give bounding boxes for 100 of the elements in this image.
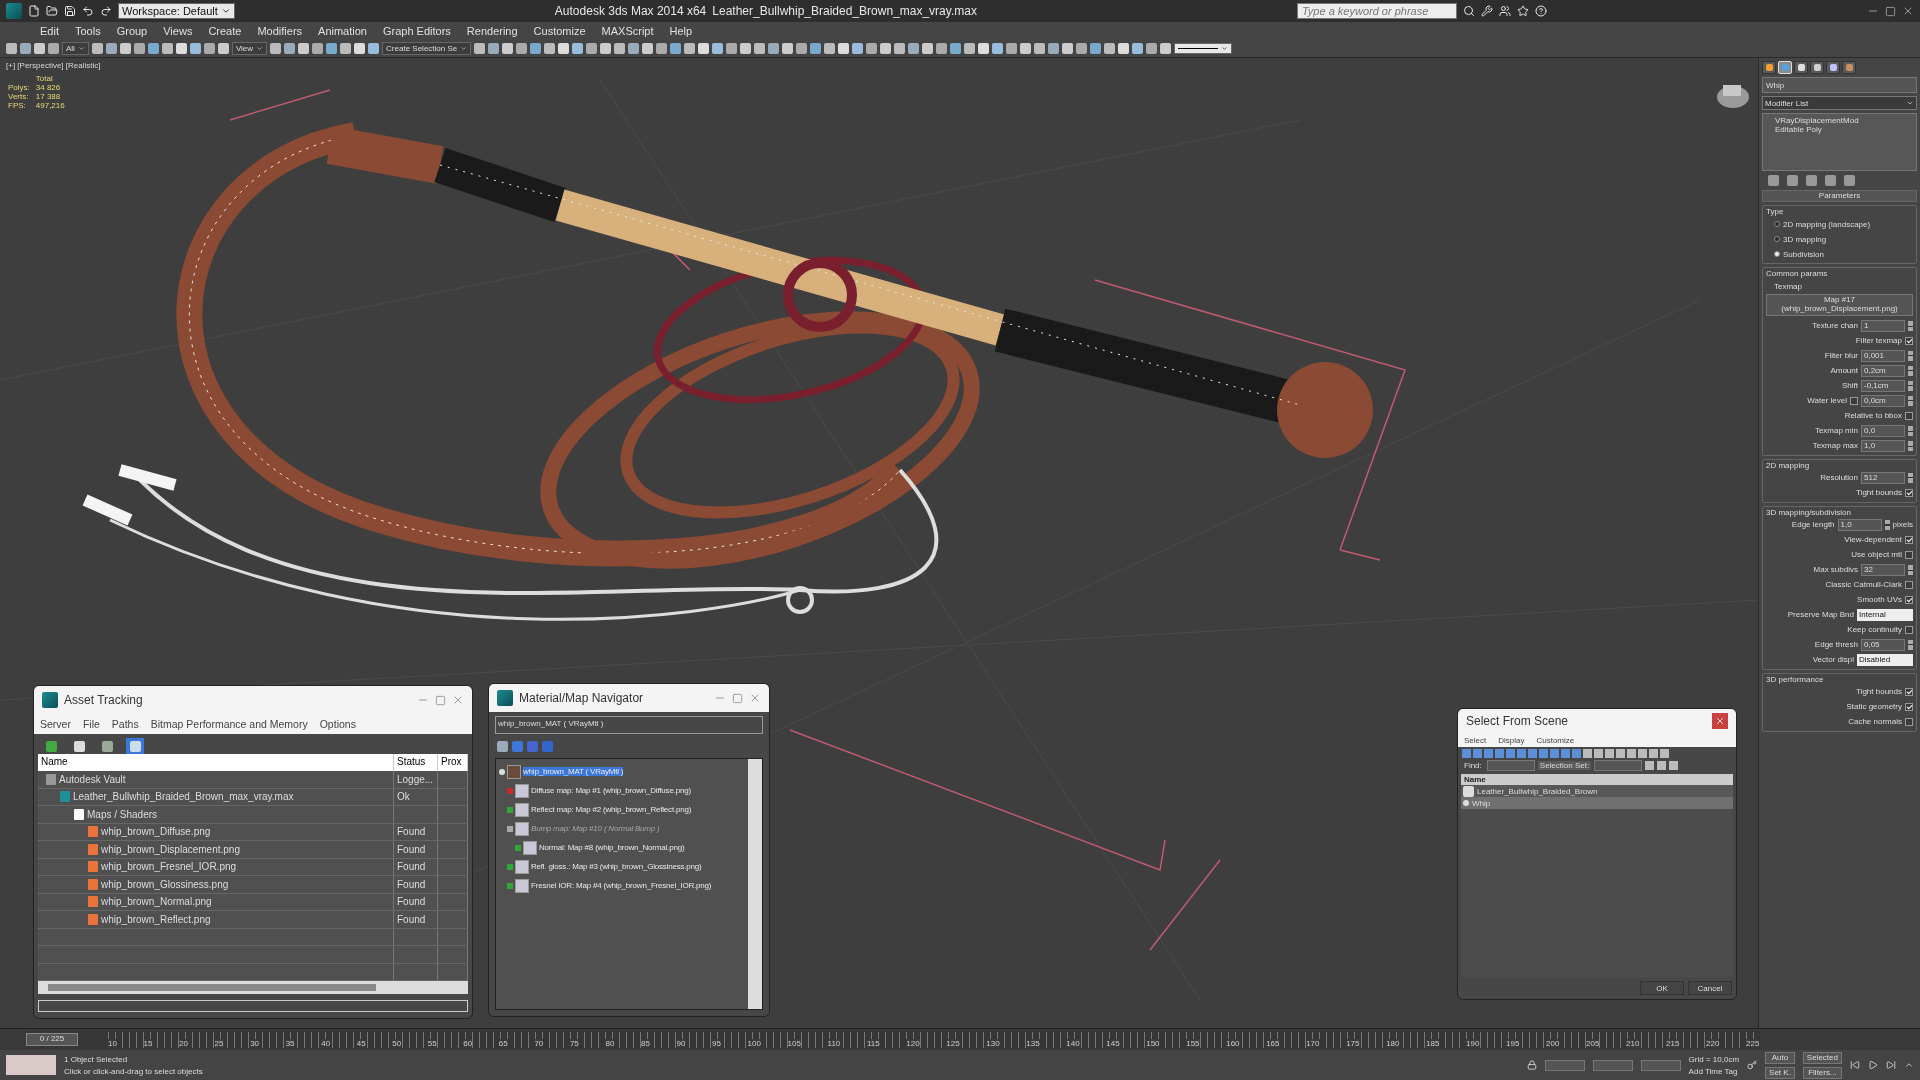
stack-tool-icon[interactable] — [1787, 175, 1798, 186]
column-header[interactable]: Status — [394, 754, 438, 771]
tool-icon[interactable] — [628, 43, 640, 54]
caret-icon[interactable] — [220, 6, 231, 16]
tool-icon[interactable] — [600, 43, 612, 54]
asset-name[interactable]: Autodesk Vault — [59, 773, 126, 785]
line-style-dropdown[interactable] — [1174, 43, 1233, 54]
rollout-header[interactable]: Parameters — [1762, 190, 1917, 202]
tool-icon[interactable] — [684, 43, 696, 54]
tool-icon[interactable] — [217, 43, 229, 54]
checkbox[interactable] — [1905, 702, 1913, 711]
folder-icon[interactable] — [46, 5, 58, 17]
tool-icon[interactable] — [754, 43, 766, 54]
column-header[interactable]: Prox — [438, 754, 468, 771]
tool-icon[interactable] — [474, 43, 486, 54]
skip-forward-icon[interactable] — [1886, 1060, 1896, 1070]
spinner-field[interactable]: 0,05 — [1861, 638, 1905, 651]
tool-icon[interactable] — [516, 43, 528, 54]
checkbox[interactable] — [1905, 625, 1913, 634]
caret-icon[interactable] — [1221, 45, 1229, 52]
skip-back-icon[interactable] — [1850, 1060, 1860, 1070]
radio-button[interactable] — [1774, 236, 1780, 242]
tool-icon[interactable] — [270, 43, 282, 54]
time-slider[interactable]: 0 / 225 — [26, 1032, 78, 1046]
column-header[interactable]: Name — [38, 754, 394, 771]
redo-icon[interactable] — [100, 5, 112, 17]
spinner-field[interactable]: 0,001 — [1861, 349, 1905, 362]
menu-item[interactable]: Views — [163, 25, 193, 37]
caret-icon[interactable] — [256, 45, 264, 52]
save-icon[interactable] — [64, 5, 76, 17]
tool-icon[interactable] — [354, 43, 366, 54]
search-icon[interactable] — [1462, 5, 1475, 17]
spinner-arrows-icon[interactable] — [1908, 380, 1913, 391]
caret-icon[interactable] — [77, 45, 85, 52]
tool-icon[interactable] — [340, 43, 352, 54]
tool-icon[interactable] — [284, 43, 296, 54]
asset-name[interactable]: Maps / Shaders — [87, 808, 158, 820]
tool-icon[interactable] — [1020, 43, 1032, 54]
tool-icon[interactable] — [1034, 43, 1046, 54]
tool-icon[interactable] — [978, 43, 990, 54]
close-icon[interactable] — [1902, 5, 1914, 17]
tool-icon[interactable] — [147, 43, 159, 54]
dialog-button[interactable]: Cancel — [1688, 981, 1732, 995]
tool-icon[interactable] — [161, 43, 173, 54]
play-icon[interactable] — [1868, 1060, 1878, 1070]
viewcube-icon[interactable] — [1717, 85, 1749, 108]
menu-item[interactable]: Display — [1498, 735, 1525, 745]
tool-icon[interactable] — [105, 43, 117, 54]
menu-item[interactable]: Edit — [40, 25, 59, 37]
tree-item[interactable]: Diffuse map: Map #1 (whip_brown_Diffuse.png) — [531, 786, 691, 795]
tree-item[interactable]: Fresnel IOR: Map #4 (whip_brown_Fresnel_IOR.png) — [531, 881, 712, 890]
z-coordinate-field[interactable] — [1640, 1059, 1681, 1071]
tool-icon[interactable] — [544, 43, 556, 54]
modifier-list-dropdown[interactable]: Modifier List — [1762, 96, 1917, 110]
menu-item[interactable]: Tools — [74, 25, 101, 37]
checkbox[interactable] — [1905, 550, 1913, 559]
asset-name[interactable]: whip_brown_Reflect.png — [101, 913, 211, 925]
menu-item[interactable]: Server — [40, 718, 71, 730]
tool-icon[interactable] — [740, 43, 752, 54]
tool-icon[interactable] — [866, 43, 878, 54]
tool-icon[interactable] — [1076, 43, 1088, 54]
tool-icon[interactable] — [642, 43, 654, 54]
tool-icon[interactable] — [1146, 43, 1158, 54]
spinner-arrows-icon[interactable] — [1908, 425, 1913, 436]
tool-icon[interactable] — [614, 43, 626, 54]
tool-icon[interactable] — [1048, 43, 1060, 54]
caret-icon[interactable] — [460, 45, 468, 52]
menu-item[interactable]: Graph Editors — [382, 25, 451, 37]
spinner-field[interactable]: 1 — [1861, 319, 1905, 332]
frame-ruler[interactable]: 10 15 20 25 30 35 40 45 50 55 60 65 70 75 80 85 90 95 100 105 110 115 120 125 130 135 140 145 150 155 160 165 170 175 180 185 190 195 200 205 210 215 220 225 — [108, 1031, 1760, 1048]
tool-icon[interactable] — [558, 43, 570, 54]
caret-icon[interactable] — [1904, 1060, 1914, 1070]
tool-icon[interactable] — [838, 43, 850, 54]
path-field[interactable] — [38, 1000, 468, 1012]
dropdown[interactable]: Disabled — [1857, 653, 1913, 666]
checkbox[interactable] — [1905, 580, 1913, 589]
horizontal-scrollbar[interactable] — [38, 981, 468, 994]
menu-item[interactable]: Create — [208, 25, 242, 37]
tool-icon[interactable] — [189, 43, 201, 54]
tool-icon[interactable] — [712, 43, 724, 54]
find-field[interactable] — [1486, 760, 1535, 771]
close-icon[interactable] — [452, 694, 464, 706]
checkbox[interactable] — [1905, 488, 1913, 497]
radio-button[interactable] — [1774, 251, 1780, 257]
tool-icon[interactable] — [1006, 43, 1018, 54]
checkbox[interactable] — [1905, 411, 1913, 420]
menu-item[interactable]: File — [82, 718, 100, 730]
spinner-field[interactable]: -0,1cm — [1861, 379, 1905, 392]
selection-filter-dropdown[interactable]: All — [62, 42, 89, 55]
tool-icon[interactable] — [1090, 43, 1102, 54]
tool-icon[interactable] — [782, 43, 794, 54]
spinner-field[interactable]: 32 — [1861, 563, 1905, 576]
checkbox[interactable] — [1905, 336, 1913, 345]
workspace-dropdown[interactable]: Workspace: Default — [118, 3, 235, 19]
stack-item[interactable]: VRayDisplacementMod — [1765, 116, 1914, 125]
tool-icon[interactable] — [950, 43, 962, 54]
y-coordinate-field[interactable] — [1592, 1059, 1633, 1071]
tool-icon[interactable] — [992, 43, 1004, 54]
tool-icon[interactable] — [964, 43, 976, 54]
menu-item[interactable]: Modifiers — [257, 25, 303, 37]
